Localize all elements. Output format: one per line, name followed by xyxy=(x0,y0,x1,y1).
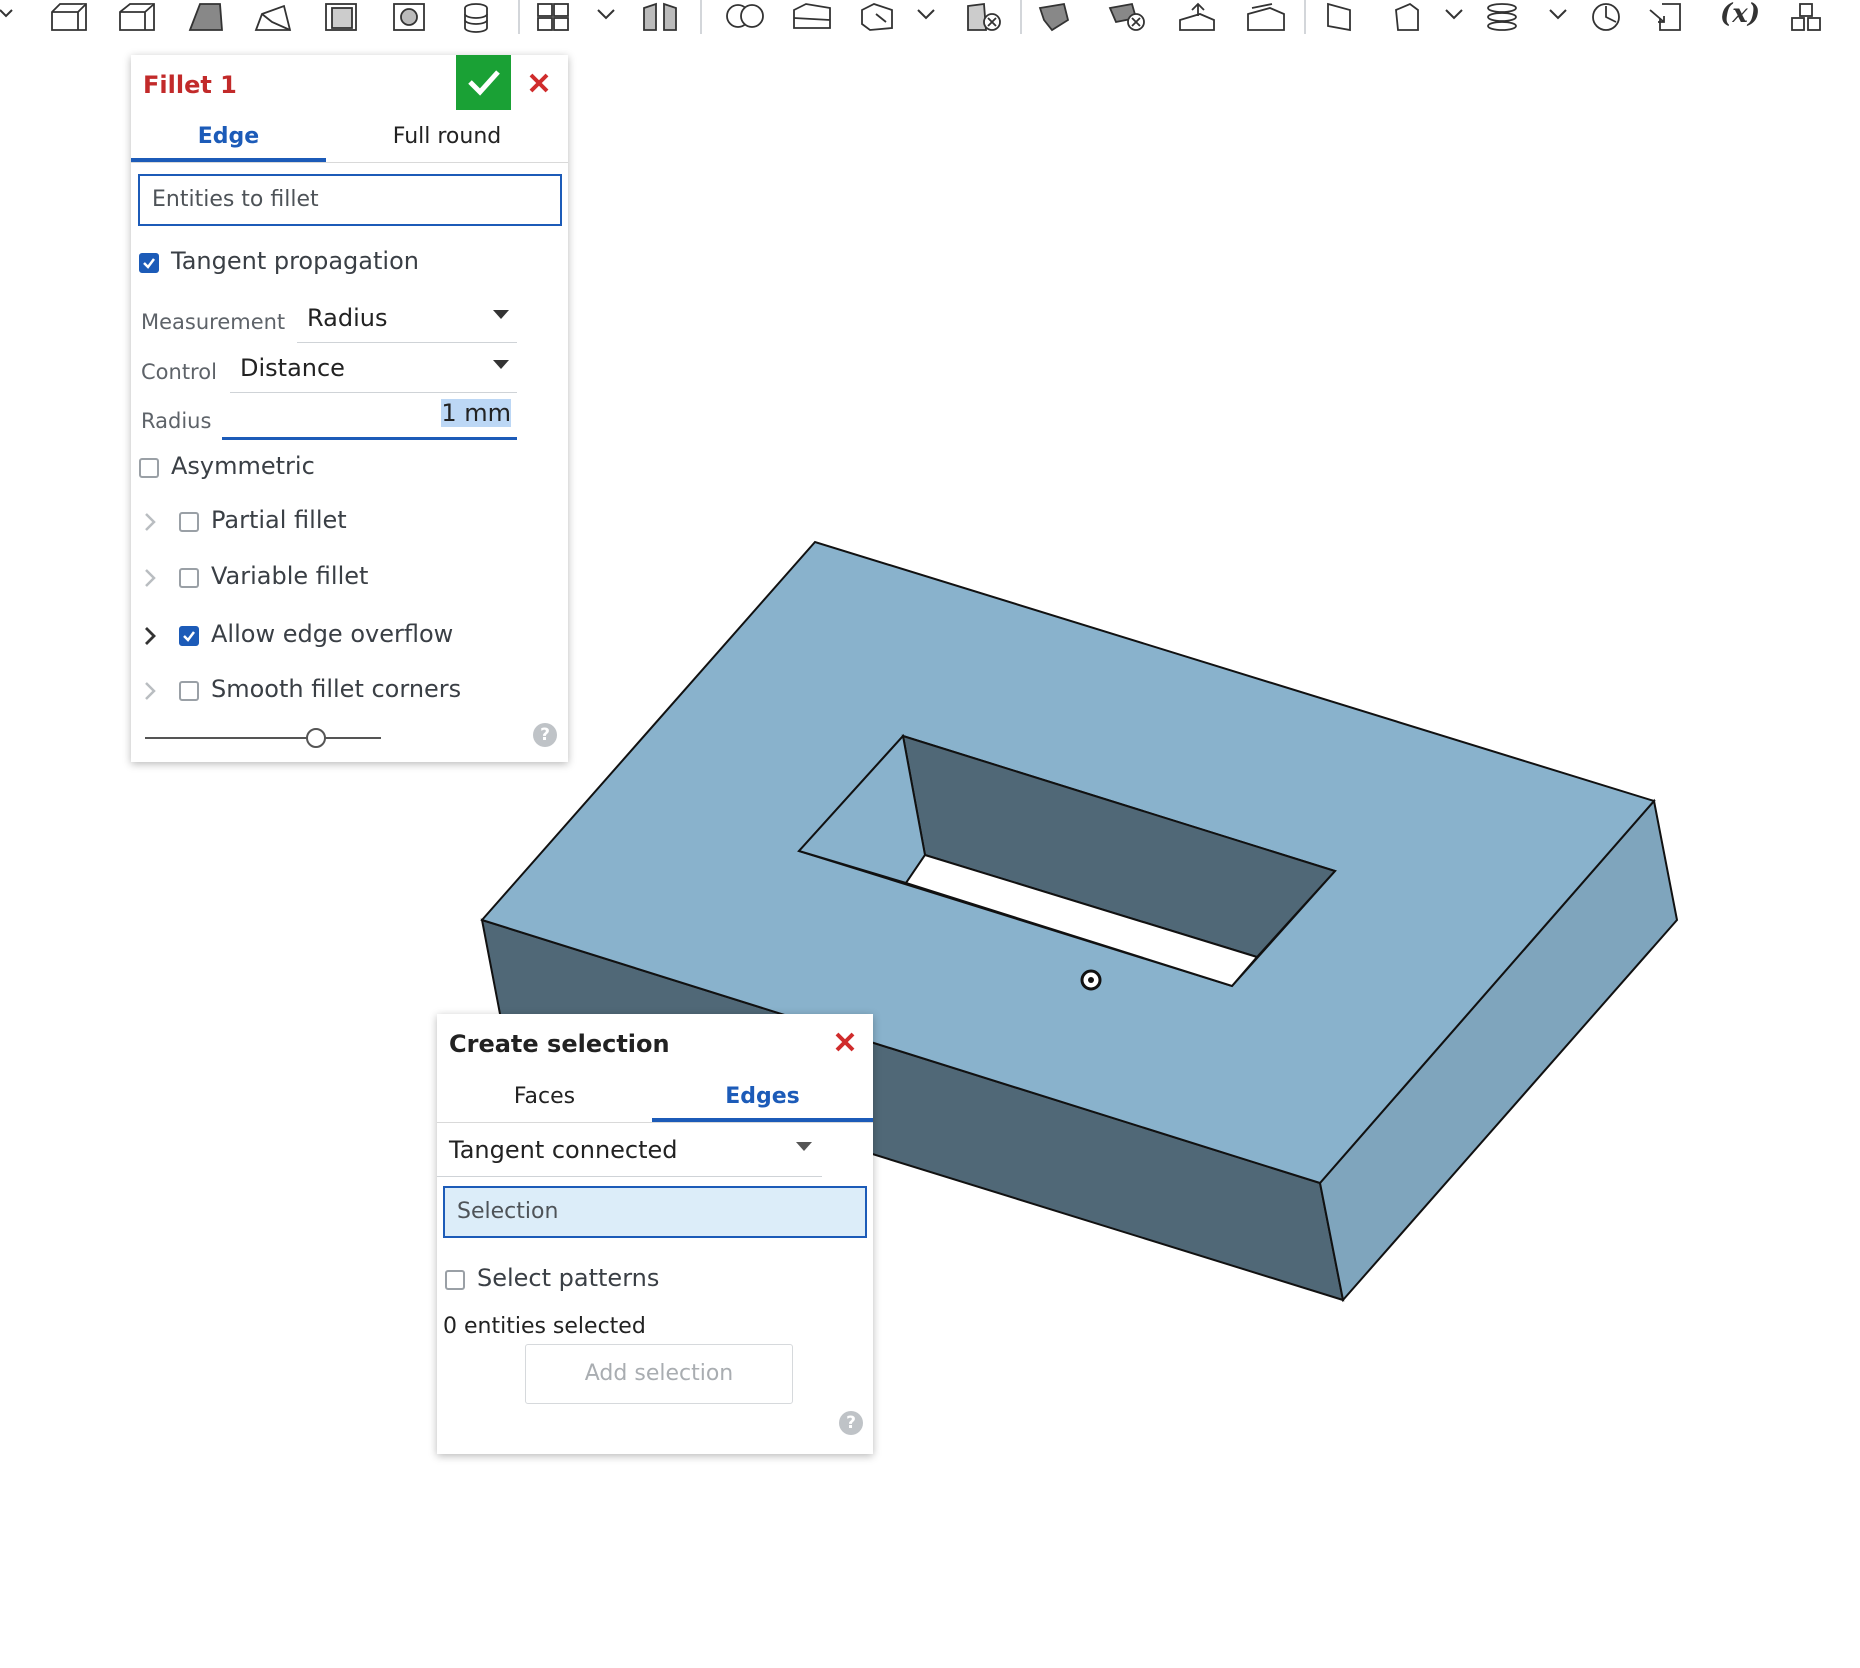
preview-slider-track[interactable] xyxy=(145,737,381,739)
tab-full-round[interactable]: Full round xyxy=(326,112,568,162)
variable-fillet-label: Variable fillet xyxy=(211,562,369,590)
partial-fillet-label: Partial fillet xyxy=(211,506,347,534)
tangent-propagation-checkbox[interactable] xyxy=(139,253,159,273)
entities-selected-status: 0 entities selected xyxy=(443,1314,646,1339)
check-icon xyxy=(183,631,195,642)
mate-connector-icon xyxy=(1592,3,1620,31)
toolbar-icons: (x) xyxy=(0,0,1821,34)
chevron-down-icon xyxy=(1445,9,1463,20)
tab-faces[interactable]: Faces xyxy=(437,1072,652,1122)
asymmetric-checkbox[interactable] xyxy=(139,458,159,478)
caret-down-icon xyxy=(493,360,509,369)
transform-icon xyxy=(861,3,893,31)
fillet-type-tabs: Edge Full round xyxy=(131,112,568,163)
preview-slider-handle[interactable] xyxy=(306,728,326,748)
thicken-icon xyxy=(325,3,357,31)
chevron-down-icon xyxy=(0,9,13,18)
control-label: Control xyxy=(141,360,217,384)
variable-fillet-checkbox[interactable] xyxy=(179,568,199,588)
dialog-title: Create selection xyxy=(449,1030,670,1058)
close-button[interactable] xyxy=(827,1024,863,1060)
selection-field[interactable]: Selection xyxy=(443,1186,867,1238)
add-selection-button[interactable]: Add selection xyxy=(525,1344,793,1404)
delete-part-icon xyxy=(967,2,1001,31)
mirror-icon xyxy=(643,2,677,31)
chevron-right-icon[interactable] xyxy=(143,567,157,589)
sweep-icon xyxy=(188,3,223,31)
chevron-right-icon[interactable] xyxy=(143,680,157,702)
partial-fillet-checkbox[interactable] xyxy=(179,512,199,532)
select-patterns-label: Select patterns xyxy=(477,1264,660,1292)
entities-to-fillet-field[interactable]: Entities to fillet xyxy=(138,174,562,226)
loft-icon xyxy=(254,4,292,31)
tab-edges[interactable]: Edges xyxy=(652,1072,873,1122)
radius-value: 1 mm xyxy=(441,399,511,427)
hole-icon xyxy=(464,3,488,33)
selection-mode-dropdown[interactable]: Tangent connected xyxy=(437,1124,822,1177)
tab-edge[interactable]: Edge xyxy=(131,112,326,162)
close-icon xyxy=(529,73,549,93)
plane-icon xyxy=(1327,2,1351,32)
variable-icon: (x) xyxy=(1720,0,1760,29)
helix-icon xyxy=(1487,3,1517,31)
replace-face-icon xyxy=(1247,3,1285,31)
help-icon[interactable]: ? xyxy=(839,1411,863,1435)
chevron-right-icon[interactable] xyxy=(143,511,157,533)
assembly-icon xyxy=(1791,3,1821,31)
help-icon[interactable]: ? xyxy=(533,723,557,747)
extrude-icon xyxy=(51,3,87,31)
allow-edge-overflow-label: Allow edge overflow xyxy=(211,620,454,648)
control-dropdown[interactable]: Distance xyxy=(230,348,517,393)
smooth-fillet-corners-label: Smooth fillet corners xyxy=(211,675,462,703)
split-icon xyxy=(793,3,831,29)
chevron-down-icon xyxy=(917,9,935,20)
selection-mode-value: Tangent connected xyxy=(449,1136,678,1164)
boolean-icon xyxy=(726,4,764,28)
cursor-target-icon xyxy=(1080,969,1102,991)
chevron-down-icon xyxy=(597,9,615,20)
caret-down-icon xyxy=(796,1142,812,1151)
chevron-right-icon[interactable] xyxy=(143,625,157,647)
selection-type-tabs: Faces Edges xyxy=(437,1072,873,1123)
feature-toolbar: (x) xyxy=(0,0,1860,40)
allow-edge-overflow-checkbox[interactable] xyxy=(179,626,199,646)
offset-surface-icon xyxy=(1395,2,1419,31)
create-selection-dialog: Create selection Faces Edges Tangent con… xyxy=(437,1014,873,1454)
confirm-button[interactable] xyxy=(456,55,511,110)
revolve-icon xyxy=(119,3,155,31)
move-face-icon xyxy=(1179,2,1215,31)
shell-icon xyxy=(393,3,425,31)
tangent-propagation-label: Tangent propagation xyxy=(171,247,419,275)
control-value: Distance xyxy=(240,354,345,382)
dialog-title: Fillet 1 xyxy=(143,71,237,99)
pattern-icon xyxy=(537,3,569,31)
modify-fillet-icon xyxy=(1038,2,1070,32)
fillet-feature-dialog: Fillet 1 Edge Full round Entities to fil… xyxy=(131,55,568,762)
select-patterns-checkbox[interactable] xyxy=(445,1270,465,1290)
caret-down-icon xyxy=(493,310,509,319)
radius-label: Radius xyxy=(141,409,212,433)
check-icon xyxy=(143,258,155,269)
derived-icon xyxy=(1649,3,1681,31)
measurement-value: Radius xyxy=(307,304,388,332)
close-icon xyxy=(835,1032,855,1052)
delete-face-icon xyxy=(1108,2,1145,31)
measurement-dropdown[interactable]: Radius xyxy=(297,298,517,343)
radius-input[interactable]: 1 mm xyxy=(222,397,517,440)
measurement-label: Measurement xyxy=(141,310,286,334)
cancel-button[interactable] xyxy=(521,65,557,101)
chevron-down-icon xyxy=(1549,9,1567,20)
asymmetric-label: Asymmetric xyxy=(171,452,315,480)
checkmark-icon xyxy=(468,70,500,96)
smooth-fillet-corners-checkbox[interactable] xyxy=(179,681,199,701)
